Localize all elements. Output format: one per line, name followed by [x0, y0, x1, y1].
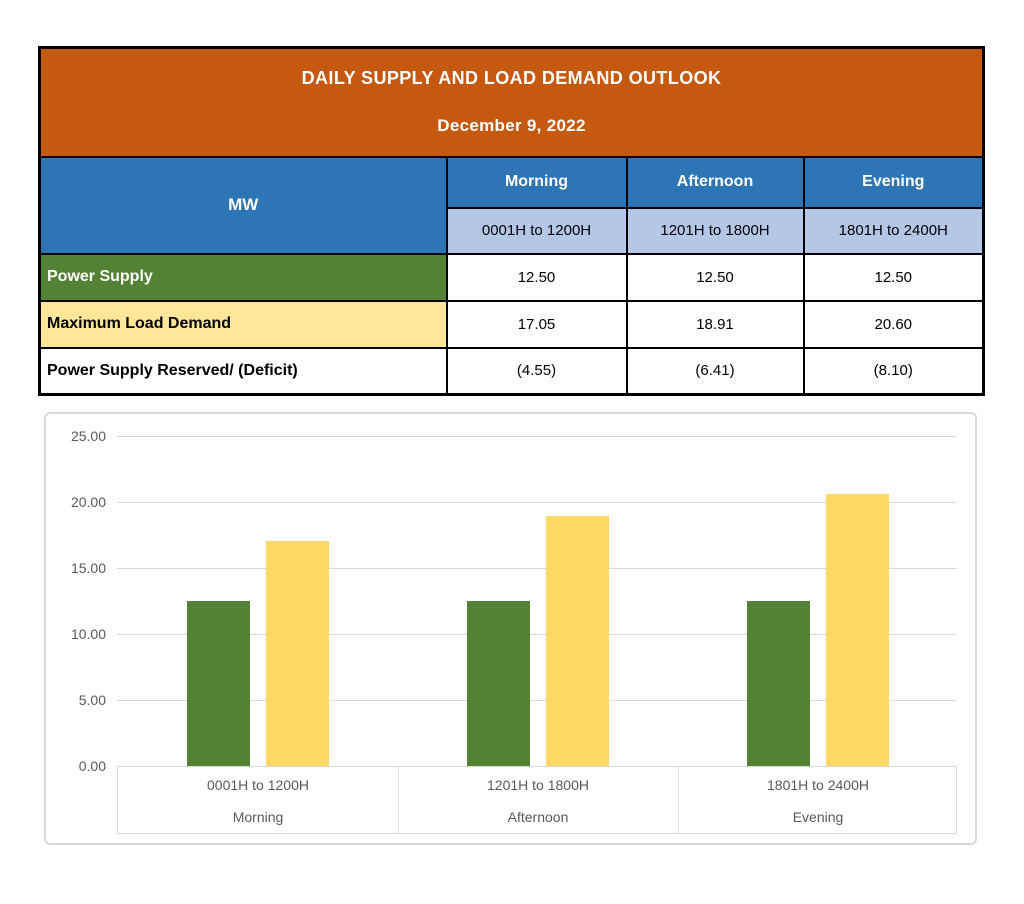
row-label-max-load-demand: Maximum Load Demand	[38, 299, 448, 349]
bar-maximum-load-demand-evening	[826, 494, 889, 766]
x-axis-period-label: Evening	[792, 809, 844, 825]
y-axis-tick-label: 0.00	[78, 758, 106, 774]
unit-header-cell: MW	[38, 155, 448, 255]
value-power-supply-afternoon: 12.50	[625, 252, 805, 302]
x-axis-time-label: 0001H to 1200H	[207, 777, 309, 793]
time-header-morning: 0001H to 1200H	[445, 206, 628, 255]
x-axis-time-label: 1201H to 1800H	[487, 777, 589, 793]
value-power-supply-morning: 12.50	[445, 252, 628, 302]
bar-power-supply-morning	[187, 601, 250, 766]
bar-maximum-load-demand-afternoon	[546, 516, 609, 766]
table-row-reserved-deficit: Power Supply Reserved/ (Deficit) (4.55) …	[38, 346, 985, 396]
table-row-max-load-demand: Maximum Load Demand 17.05 18.91 20.60	[38, 299, 985, 349]
x-axis-category-box: 0001H to 1200H Morning 1201H to 1800H After…	[117, 766, 957, 834]
demand-chart: 0.00 5.00 10.00 15.00 20.00 25.00 0001H to 120…	[44, 412, 977, 845]
period-header-evening: Evening	[802, 155, 985, 209]
value-max-load-evening: 20.60	[802, 299, 985, 349]
value-reserved-morning: (4.55)	[445, 346, 628, 396]
time-header-afternoon: 1201H to 1800H	[625, 206, 805, 255]
bar-power-supply-afternoon	[467, 601, 530, 766]
supply-demand-table: DAILY SUPPLY AND LOAD DEMAND OUTLOOK Dec…	[38, 46, 986, 396]
value-max-load-afternoon: 18.91	[625, 299, 805, 349]
period-header-row: MW Morning Afternoon Evening	[38, 155, 985, 255]
x-axis-period-label: Morning	[232, 809, 284, 825]
row-label-power-supply: Power Supply	[38, 252, 448, 302]
y-axis-tick-label: 20.00	[70, 494, 106, 510]
y-axis-tick-label: 5.00	[78, 692, 106, 708]
y-axis-tick-label: 15.00	[70, 560, 106, 576]
y-axis-tick-label: 10.00	[70, 626, 106, 642]
table-title-row: DAILY SUPPLY AND LOAD DEMAND OUTLOOK Dec…	[38, 46, 985, 158]
bar-power-supply-evening	[747, 601, 810, 766]
table-title-cell: DAILY SUPPLY AND LOAD DEMAND OUTLOOK Dec…	[38, 46, 985, 158]
value-power-supply-evening: 12.50	[802, 252, 985, 302]
y-axis-tick-label: 25.00	[70, 428, 106, 444]
row-label-reserved-deficit: Power Supply Reserved/ (Deficit)	[38, 346, 448, 396]
chart-gridline	[117, 436, 957, 437]
time-header-evening: 1801H to 2400H	[802, 206, 985, 255]
x-axis-time-label: 1801H to 2400H	[767, 777, 869, 793]
table-title: DAILY SUPPLY AND LOAD DEMAND OUTLOOK	[301, 68, 722, 89]
bar-maximum-load-demand-morning	[266, 540, 329, 766]
table-date: December 9, 2022	[437, 116, 586, 136]
report-sheet: DAILY SUPPLY AND LOAD DEMAND OUTLOOK Dec…	[0, 0, 1024, 904]
value-reserved-afternoon: (6.41)	[625, 346, 805, 396]
x-axis-period-label: Afternoon	[507, 809, 569, 825]
period-header-morning: Morning	[445, 155, 628, 209]
value-reserved-evening: (8.10)	[802, 346, 985, 396]
period-header-afternoon: Afternoon	[625, 155, 805, 209]
table-row-power-supply: Power Supply 12.50 12.50 12.50	[38, 252, 985, 302]
value-max-load-morning: 17.05	[445, 299, 628, 349]
